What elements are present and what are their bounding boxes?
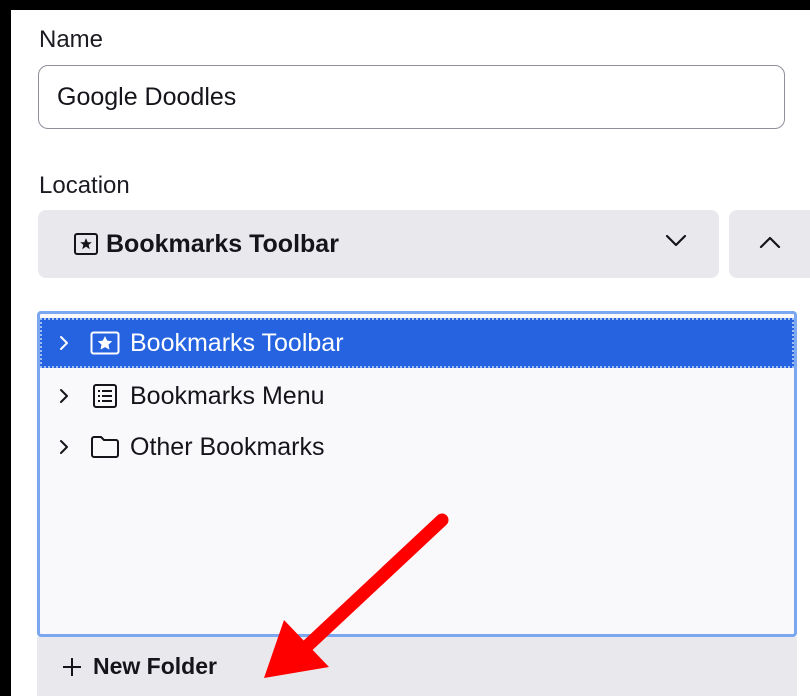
- location-selected-value: Bookmarks Toolbar: [106, 229, 339, 258]
- plus-icon: [61, 656, 83, 678]
- star-folder-icon: [74, 233, 98, 255]
- name-input[interactable]: [38, 65, 785, 129]
- menu-list-icon: [90, 383, 120, 409]
- location-dropdown[interactable]: Bookmarks Toolbar: [38, 210, 719, 278]
- chevron-right-icon[interactable]: [58, 334, 78, 352]
- edit-bookmark-panel: Name Location Bookmarks Toolbar Bookmark…: [11, 10, 810, 696]
- chevron-down-icon: [665, 234, 687, 253]
- tree-item-bookmarks-menu[interactable]: Bookmarks Menu: [40, 371, 794, 421]
- tree-item-label: Bookmarks Menu: [130, 381, 325, 410]
- chevron-right-icon[interactable]: [58, 387, 78, 405]
- chevron-right-icon[interactable]: [58, 438, 78, 456]
- folder-tree[interactable]: Bookmarks Toolbar Bookmarks Menu Other B…: [37, 311, 797, 637]
- tree-item-bookmarks-toolbar[interactable]: Bookmarks Toolbar: [40, 318, 794, 368]
- star-folder-icon: [90, 330, 120, 356]
- tree-item-label: Other Bookmarks: [130, 432, 325, 461]
- chevron-up-icon: [759, 235, 781, 254]
- folder-icon: [90, 434, 120, 460]
- collapse-tree-button[interactable]: [729, 210, 810, 278]
- location-label: Location: [39, 172, 130, 199]
- new-folder-label: New Folder: [93, 653, 217, 679]
- name-label: Name: [39, 26, 104, 53]
- new-folder-button[interactable]: New Folder: [37, 637, 797, 696]
- tree-item-label: Bookmarks Toolbar: [130, 328, 344, 357]
- tree-item-other-bookmarks[interactable]: Other Bookmarks: [40, 422, 794, 472]
